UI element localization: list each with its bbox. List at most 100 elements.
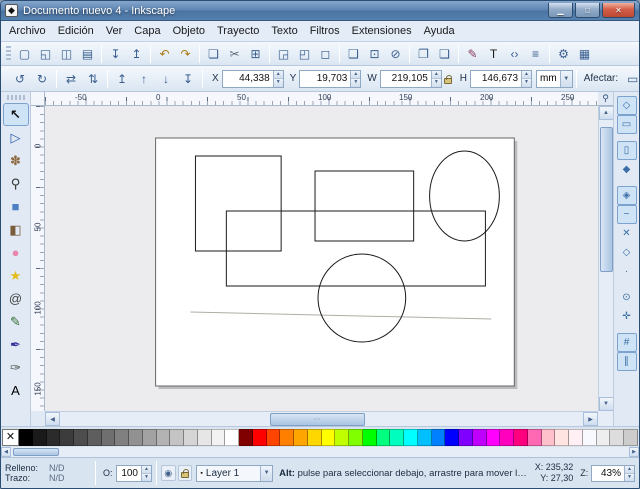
- chevron-down-icon[interactable]: ▼: [560, 71, 572, 87]
- import-button[interactable]: ↧: [105, 43, 126, 64]
- palette-swatch[interactable]: [349, 429, 363, 446]
- w-field[interactable]: 219,105▲▼: [380, 70, 442, 88]
- palette-swatch[interactable]: [432, 429, 446, 446]
- scale-stroke-toggle[interactable]: ▭: [622, 68, 640, 89]
- palette-swatch[interactable]: [239, 429, 253, 446]
- zoom-to-selection-button[interactable]: ◲: [273, 43, 294, 64]
- snap-nodes-button[interactable]: ◈: [617, 186, 637, 205]
- preferences-button[interactable]: ⚙: [553, 43, 574, 64]
- minimize-button[interactable]: ▁: [548, 3, 573, 18]
- ellipse-tool[interactable]: ●: [3, 241, 29, 264]
- snap-bbox-button[interactable]: ▭: [617, 115, 637, 134]
- palette-swatch[interactable]: [19, 429, 33, 446]
- snap-cusp-nodes-button[interactable]: ◇: [617, 243, 637, 262]
- palette-swatch[interactable]: [267, 429, 281, 446]
- menu-extensiones[interactable]: Extensiones: [346, 23, 418, 39]
- raise-to-top-button[interactable]: ↥: [111, 68, 133, 90]
- palette-swatch[interactable]: [514, 429, 528, 446]
- title-bar[interactable]: ◆ Documento nuevo 4 - Inkscape ▁□✕: [1, 1, 639, 21]
- palette-swatch[interactable]: [377, 429, 391, 446]
- palette-swatch[interactable]: [184, 429, 198, 446]
- horizontal-ruler[interactable]: -50050100150200250: [45, 92, 598, 106]
- spiral-tool[interactable]: @: [3, 287, 29, 310]
- spinner[interactable]: ▲▼: [141, 466, 151, 481]
- flip-vertical-button[interactable]: ⇅: [82, 68, 104, 90]
- copy-button[interactable]: ❏: [203, 43, 224, 64]
- snap-grid-button[interactable]: #: [617, 333, 637, 352]
- fill-stroke-indicator[interactable]: Relleno: N/D Trazo: N/D: [5, 463, 91, 483]
- vertical-ruler[interactable]: 050100150: [31, 106, 45, 411]
- sticky-zoom-button[interactable]: ⚲: [598, 92, 613, 106]
- vertical-scrollbar[interactable]: ▲ ▼: [598, 106, 613, 411]
- lower-button[interactable]: ↓: [155, 68, 177, 90]
- text-dialog-button[interactable]: T: [483, 43, 504, 64]
- palette-swatch[interactable]: [418, 429, 432, 446]
- print-document-button[interactable]: ▤: [77, 43, 98, 64]
- menu-texto[interactable]: Texto: [265, 23, 303, 39]
- palette-swatch[interactable]: [102, 429, 116, 446]
- palette-swatch[interactable]: [610, 429, 624, 446]
- palette-swatch[interactable]: [225, 429, 239, 446]
- maximize-button[interactable]: □: [575, 3, 600, 18]
- zoom-tool[interactable]: ⚲: [3, 172, 29, 195]
- no-color-swatch[interactable]: ✕: [2, 429, 19, 446]
- calligraphy-tool[interactable]: ✑: [3, 356, 29, 379]
- palette-swatch[interactable]: [390, 429, 404, 446]
- box3d-tool[interactable]: ◧: [3, 218, 29, 241]
- palette-scroll-right[interactable]: ▶: [629, 447, 639, 457]
- save-document-button[interactable]: ◫: [56, 43, 77, 64]
- y-field[interactable]: 19,703▲▼: [299, 70, 361, 88]
- pencil-tool[interactable]: ✎: [3, 310, 29, 333]
- raise-button[interactable]: ↑: [133, 68, 155, 90]
- palette-swatch[interactable]: [308, 429, 322, 446]
- palette-swatch[interactable]: [88, 429, 102, 446]
- palette-swatch[interactable]: [253, 429, 267, 446]
- flip-horizontal-button[interactable]: ⇄: [60, 68, 82, 90]
- palette-swatch[interactable]: [597, 429, 611, 446]
- zoom-spinbox[interactable]: 43% ▲▼: [591, 465, 635, 482]
- zoom-to-drawing-button[interactable]: ◰: [294, 43, 315, 64]
- export-button[interactable]: ↥: [126, 43, 147, 64]
- palette-swatch[interactable]: [212, 429, 226, 446]
- new-document-button[interactable]: ▢: [14, 43, 35, 64]
- canvas[interactable]: [45, 106, 598, 411]
- lock-ratio-icon[interactable]: [444, 78, 452, 84]
- ungroup-objects-button[interactable]: ❏: [434, 43, 455, 64]
- menu-ver[interactable]: Ver: [100, 23, 129, 39]
- cut-button[interactable]: ✂: [224, 43, 245, 64]
- text-tool[interactable]: A: [3, 379, 29, 402]
- spinner[interactable]: ▲▼: [431, 71, 441, 87]
- xml-editor-button[interactable]: ‹›: [504, 43, 525, 64]
- spinner[interactable]: ▲▼: [350, 71, 360, 87]
- palette-swatch[interactable]: [47, 429, 61, 446]
- scroll-down-button[interactable]: ▼: [599, 397, 614, 411]
- palette-swatch[interactable]: [487, 429, 501, 446]
- snap-guides-button[interactable]: ∥: [617, 352, 637, 371]
- rotate-90-ccw-button[interactable]: ↺: [9, 68, 31, 90]
- x-field[interactable]: 44,338▲▼: [222, 70, 284, 88]
- palette-scroll-thumb[interactable]: [13, 448, 59, 456]
- palette-swatch[interactable]: [294, 429, 308, 446]
- selector-tool[interactable]: ↖: [3, 103, 29, 126]
- menu-ayuda[interactable]: Ayuda: [418, 23, 461, 39]
- horizontal-scroll-thumb[interactable]: ⋯: [270, 413, 365, 426]
- menu-capa[interactable]: Capa: [128, 23, 166, 39]
- palette-swatch[interactable]: [500, 429, 514, 446]
- palette-swatch[interactable]: [33, 429, 47, 446]
- document-properties-button[interactable]: ▦: [574, 43, 595, 64]
- snap-object-centers-button[interactable]: ⊙: [617, 288, 637, 307]
- vertical-scroll-thumb[interactable]: [600, 127, 613, 272]
- palette-swatch[interactable]: [198, 429, 212, 446]
- menu-edición[interactable]: Edición: [52, 23, 100, 39]
- layer-visibility-toggle[interactable]: ◉: [161, 465, 176, 481]
- palette-scrollbar[interactable]: ◀ ▶: [1, 447, 639, 457]
- spinner[interactable]: ▲▼: [521, 71, 531, 87]
- units-dropdown[interactable]: mm ▼: [536, 70, 573, 88]
- palette-swatch[interactable]: [473, 429, 487, 446]
- palette-swatch[interactable]: [445, 429, 459, 446]
- lower-to-bottom-button[interactable]: ↧: [177, 68, 199, 90]
- palette-swatch[interactable]: [555, 429, 569, 446]
- snap-midpoints-button[interactable]: ∙: [617, 262, 637, 281]
- align-dialog-button[interactable]: ≡: [525, 43, 546, 64]
- pen-tool[interactable]: ✒: [3, 333, 29, 356]
